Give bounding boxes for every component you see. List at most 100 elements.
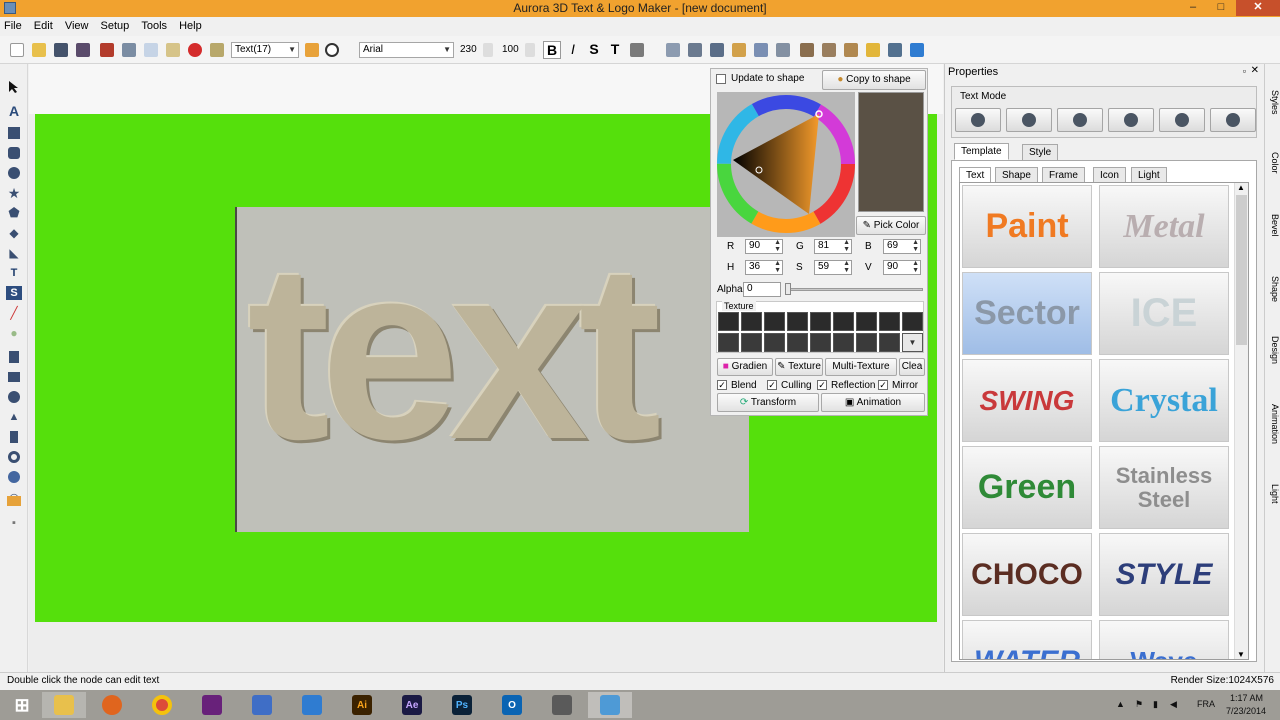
clock-time[interactable]: 1:17 AM	[1230, 693, 1263, 703]
round-rect-tool-icon[interactable]	[6, 146, 22, 160]
template-water[interactable]: WATER	[962, 620, 1092, 659]
multi-texture-button[interactable]: Multi-Texture	[825, 358, 897, 376]
side-tab-bevel[interactable]: Bevel	[1266, 214, 1280, 237]
font-select[interactable]: Arial ▼	[359, 42, 454, 58]
align-tool-2-icon[interactable]	[820, 41, 838, 59]
taskbar-explorer[interactable]	[42, 692, 86, 718]
tray-flag-icon[interactable]: ⚑	[1135, 699, 1143, 710]
start-button[interactable]: ⊞	[0, 692, 44, 718]
taskbar-after-effects[interactable]: Ae	[390, 692, 434, 718]
torus-tool-icon[interactable]	[6, 450, 22, 464]
spacing-spin-icon[interactable]	[523, 41, 537, 59]
text-mode-flat-button[interactable]	[955, 108, 1001, 132]
tray-volume-icon[interactable]: ◀	[1170, 699, 1177, 710]
align-tool-3-icon[interactable]	[842, 41, 860, 59]
shape-tool-2-icon[interactable]	[686, 41, 704, 59]
t-tool-icon[interactable]: T	[6, 266, 22, 280]
template-ice[interactable]: ICE	[1099, 272, 1229, 355]
save-icon[interactable]	[52, 41, 70, 59]
clear-button[interactable]: Clea	[899, 358, 925, 376]
align-tool-1-icon[interactable]	[798, 41, 816, 59]
text-tool-icon[interactable]: A	[6, 103, 22, 119]
menu-help[interactable]: Help	[175, 17, 207, 32]
texture-button[interactable]: ✎ Texture	[775, 358, 823, 376]
tray-up-icon[interactable]: ▲	[1116, 699, 1125, 709]
window-tool-icon[interactable]	[908, 41, 926, 59]
transform-button[interactable]: ⟳ Transform	[717, 393, 819, 412]
pointer-icon[interactable]	[6, 80, 22, 94]
scroll-down-icon[interactable]: ▼	[1237, 650, 1245, 659]
r-input[interactable]: 90 ▲ ▼	[745, 239, 783, 254]
texture-swatch[interactable]	[902, 312, 923, 331]
paste-icon[interactable]	[164, 41, 182, 59]
tray-network-icon[interactable]: ▮	[1153, 699, 1158, 710]
template-style[interactable]: STYLE	[1099, 533, 1229, 616]
strike-button[interactable]: S	[585, 41, 603, 59]
text-object[interactable]: text	[235, 207, 749, 532]
light-tool-icon[interactable]	[864, 41, 882, 59]
taskbar-illustrator[interactable]: Ai	[340, 692, 384, 718]
side-tab-color[interactable]: Color	[1266, 152, 1280, 174]
texture-swatch[interactable]	[856, 333, 877, 352]
text-mode-ring-button[interactable]	[1210, 108, 1256, 132]
template-swing[interactable]: SWING	[962, 359, 1092, 442]
taskbar-firefox[interactable]	[90, 692, 134, 718]
v-input[interactable]: 90 ▲ ▼	[883, 260, 921, 275]
texture-swatch[interactable]	[787, 312, 808, 331]
font-size-value[interactable]: 230	[460, 44, 477, 55]
culling-checkbox[interactable]: ✓	[767, 379, 777, 391]
menu-file[interactable]: File	[0, 17, 27, 32]
shape-tool-4-icon[interactable]	[752, 41, 770, 59]
texture-swatch[interactable]	[718, 312, 739, 331]
text-mode-sphere-button[interactable]	[1057, 108, 1103, 132]
render-tool-icon[interactable]	[886, 41, 904, 59]
copy-icon[interactable]	[142, 41, 160, 59]
shape-tool-3-icon[interactable]	[708, 41, 726, 59]
pen-icon[interactable]	[303, 41, 321, 59]
texture-swatch[interactable]	[741, 333, 762, 352]
clock-date[interactable]: 7/23/2014	[1226, 706, 1266, 716]
mirror-checkbox[interactable]: ✓	[878, 379, 888, 391]
spacing-value[interactable]: 100	[502, 44, 519, 55]
b-input[interactable]: 69 ▲ ▼	[883, 239, 921, 254]
taskbar-visual-studio-2[interactable]	[240, 692, 284, 718]
save-as-icon[interactable]	[74, 41, 92, 59]
alpha-slider[interactable]	[785, 288, 923, 291]
color-wheel[interactable]	[717, 92, 855, 237]
menu-edit[interactable]: Edit	[30, 17, 58, 32]
reflection-checkbox[interactable]: ✓	[817, 379, 827, 391]
rect-tool-icon[interactable]	[6, 126, 22, 140]
template-wave[interactable]: Wave	[1099, 620, 1229, 659]
texture-more-icon[interactable]: ▼	[902, 333, 923, 352]
globe-tool-icon[interactable]	[6, 470, 22, 484]
alpha-slider-thumb[interactable]	[785, 283, 791, 295]
texture-swatch[interactable]	[741, 312, 762, 331]
s-input[interactable]: 59 ▲ ▼	[814, 260, 852, 275]
maximize-button[interactable]: □	[1208, 0, 1234, 16]
template-paint[interactable]: Paint	[962, 185, 1092, 268]
menu-view[interactable]: View	[61, 17, 94, 32]
texture-swatch[interactable]	[879, 312, 900, 331]
template-crystal[interactable]: Crystal	[1099, 359, 1229, 442]
taskbar-aurora[interactable]	[588, 692, 632, 718]
3d-text-art[interactable]: text	[247, 227, 662, 477]
update-to-shape-checkbox[interactable]	[716, 73, 726, 85]
taskbar-outlook[interactable]: O	[490, 692, 534, 718]
side-tab-design[interactable]: Design	[1266, 336, 1280, 364]
side-tab-shape[interactable]: Shape	[1266, 276, 1280, 302]
cut-icon[interactable]	[120, 41, 138, 59]
image-tool-icon[interactable]	[6, 494, 22, 508]
animation-button[interactable]: ▣ Animation	[821, 393, 925, 412]
tab-template[interactable]: Template	[954, 143, 1009, 160]
new-file-icon[interactable]	[8, 41, 26, 59]
copy-to-shape-button[interactable]: ● Copy to shape	[822, 70, 926, 90]
taskbar-app[interactable]	[290, 692, 334, 718]
delete-icon[interactable]	[186, 41, 204, 59]
blend-checkbox[interactable]: ✓	[717, 379, 727, 391]
text-mode-round-button[interactable]	[1108, 108, 1154, 132]
h-input[interactable]: 36 ▲ ▼	[745, 260, 783, 275]
texture-swatch[interactable]	[833, 312, 854, 331]
scroll-up-icon[interactable]: ▲	[1237, 183, 1245, 192]
texture-swatch[interactable]	[764, 312, 785, 331]
pentagon-tool-icon[interactable]: ⬟	[6, 205, 22, 220]
